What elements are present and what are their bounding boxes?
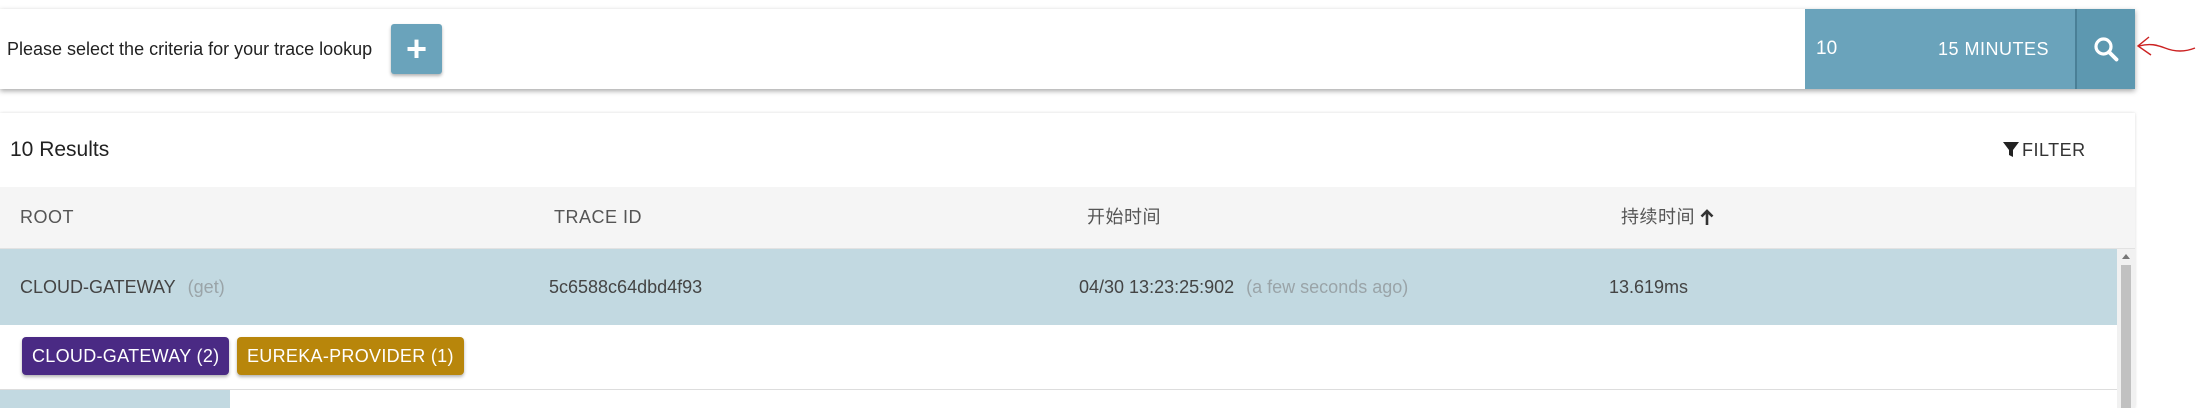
service-tag-eureka-provider[interactable]: EUREKA-PROVIDER (1): [237, 337, 464, 375]
root-method: (get): [187, 277, 225, 297]
start-time-value: 04/30 13:23:25:902: [1079, 277, 1235, 297]
scrollbar-thumb[interactable]: [2121, 265, 2131, 408]
results-count: 10 Results: [10, 138, 110, 161]
row-start-time-cell: 04/30 13:23:25:902 (a few seconds ago): [1079, 249, 1408, 325]
add-criteria-button[interactable]: +: [391, 24, 442, 74]
results-panel: 10 Results FILTER ROOT TRACE ID 开始时间 持续时…: [0, 113, 2135, 408]
column-duration-label: 持续时间: [1621, 207, 1695, 227]
results-header: 10 Results FILTER: [0, 113, 2135, 188]
column-root[interactable]: ROOT: [20, 187, 74, 248]
criteria-prompt: Please select the criteria for your trac…: [7, 39, 373, 59]
column-start-time[interactable]: 开始时间: [1087, 187, 1161, 248]
scrollbar[interactable]: [2117, 249, 2135, 408]
annotation-arrow-icon: [2136, 36, 2196, 56]
service-tag-cloud-gateway[interactable]: CLOUD-GATEWAY (2): [22, 337, 230, 375]
next-row-duration-bar: [0, 390, 230, 408]
filter-label: FILTER: [2022, 139, 2086, 160]
scroll-up-arrow-icon[interactable]: [2117, 249, 2135, 263]
limit-input[interactable]: 10: [1816, 9, 1837, 89]
search-bar: Please select the criteria for your trac…: [0, 9, 2135, 89]
sort-ascending-icon: [1700, 208, 1714, 225]
service-tags-row: CLOUD-GATEWAY (2) EUREKA-PROVIDER (1): [0, 325, 2117, 390]
root-service-name: CLOUD-GATEWAY: [20, 277, 176, 297]
plus-icon: +: [405, 28, 428, 69]
search-icon: [2094, 37, 2119, 62]
row-trace-id: 5c6588c64dbd4f93: [549, 277, 703, 297]
relative-time: (a few seconds ago): [1246, 277, 1409, 297]
table-row[interactable]: CLOUD-GATEWAY (get) 5c6588c64dbd4f93 04/3…: [0, 249, 2117, 325]
filter-button[interactable]: FILTER: [2002, 113, 2086, 187]
column-trace-id[interactable]: TRACE ID: [554, 187, 642, 248]
lookback-select[interactable]: 15 MINUTES: [1938, 9, 2049, 89]
table-header: ROOT TRACE ID 开始时间 持续时间: [0, 187, 2135, 249]
row-root-cell: CLOUD-GATEWAY (get): [20, 249, 225, 325]
row-duration: 13.619ms: [1609, 277, 1689, 297]
filter-icon: [2003, 142, 2019, 157]
limit-lookback-panel: 10 15 MINUTES: [1805, 9, 2075, 89]
column-duration[interactable]: 持续时间: [1621, 187, 1715, 248]
search-button[interactable]: [2075, 9, 2135, 89]
